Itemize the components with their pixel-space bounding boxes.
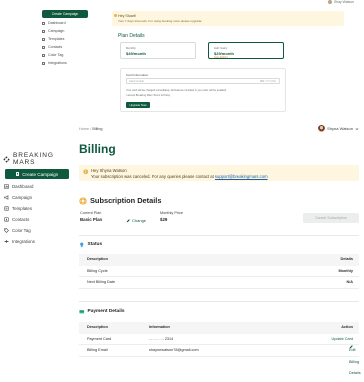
table-header: Description Information Action [79, 322, 359, 334]
background-screen: Create Campaign Dashboard Campaign Templ… [0, 0, 364, 118]
campaign-icon [4, 195, 9, 200]
card-number-field: Card number MM / YY CVC [126, 78, 280, 84]
payment-table: Description Information Action Payment C… [79, 322, 361, 375]
sidebar-item-integrations[interactable]: Integrations [4, 236, 70, 247]
current-plan-value: Basic Plan [80, 217, 103, 222]
cancel-subscription-button[interactable]: Cancel Subscription [303, 213, 359, 223]
card-information-panel: Card Information Card number MM / YY CVC … [120, 68, 286, 112]
background-nav-item: Templates [42, 37, 64, 41]
upgrade-button: Upgrade Now [126, 102, 150, 108]
contacts-icon [4, 217, 9, 222]
sidebar-item-campaign[interactable]: Campaign [4, 192, 70, 203]
plus-icon: + [15, 172, 20, 177]
sidebar-item-contacts[interactable]: Contacts [4, 214, 70, 225]
support-email-link[interactable]: support@breakingmars.com [215, 174, 268, 179]
status-table: Description Details Billing Cycle Monthl… [79, 254, 359, 289]
info-icon [83, 169, 89, 175]
status-heading: Status [79, 242, 102, 248]
sidebar-item-templates[interactable]: Templates [4, 203, 70, 214]
sidebar-nav: Dashboard Campaign Templates Contacts Co… [4, 181, 70, 247]
sidebar-item-dashboard[interactable]: Dashboard [4, 181, 70, 192]
pencil-icon [126, 218, 130, 222]
lightbulb-icon [80, 242, 84, 248]
tag-icon [42, 53, 45, 57]
alert-message: Your subscription was canceled. For any … [91, 173, 268, 179]
breadcrumb-current: Billing [92, 127, 103, 131]
dashboard-icon [42, 21, 45, 25]
update-card-link[interactable]: Update Card [331, 334, 353, 346]
integrations-icon [42, 61, 45, 65]
avatar [327, 0, 332, 5]
current-plan-label: Current Plan [80, 211, 102, 215]
background-alert: Hey Stuart! Your 7 days trial ends. For … [112, 11, 344, 26]
background-nav-item: Integrations [42, 61, 67, 65]
table-header: Description Details [79, 254, 359, 266]
contacts-icon [42, 45, 45, 49]
background-create-campaign-button: Create Campaign [42, 10, 88, 18]
divider [79, 301, 359, 302]
breadcrumb: Home / Billing [79, 127, 103, 131]
templates-icon [42, 37, 45, 41]
breadcrumb-home[interactable]: Home [79, 127, 89, 131]
change-plan-link[interactable]: Change [126, 218, 146, 223]
create-campaign-button[interactable]: + Create Campaign [5, 169, 69, 179]
tag-icon [4, 228, 9, 233]
background-user-menu: Shay Watson [327, 0, 354, 5]
campaign-icon [42, 29, 45, 33]
user-menu[interactable]: Shyna Watson [318, 125, 359, 132]
edit-billing-details-link[interactable]: Edit Billing Details [349, 345, 361, 375]
divider [79, 235, 359, 236]
integrations-icon [4, 240, 9, 243]
templates-icon [4, 206, 9, 211]
background-nav-item: Campaign [42, 29, 64, 33]
payment-details-heading: Payment Details [79, 309, 125, 315]
table-row: Next Billing Date N/A [79, 277, 359, 289]
logo-icon [3, 156, 10, 162]
background-nav-item: Dashboard [42, 21, 66, 25]
monthly-price-value: $29 [160, 217, 168, 222]
sidebar-item-color-tag[interactable]: Color Tag [4, 225, 70, 236]
subscription-details-heading: Subscription Details [79, 196, 161, 205]
avatar [318, 125, 326, 132]
subscription-summary: Current Plan Basic Plan Change Monthly P… [79, 210, 359, 230]
user-name: Shyna Watson [327, 126, 353, 131]
table-row: Billing Cycle Monthly [79, 266, 359, 277]
background-nav-item: Contacts [42, 45, 62, 49]
main-content: Home / Billing Shyna Watson Billing Hey … [74, 118, 364, 382]
info-icon [114, 14, 117, 17]
background-nav-item: Color Tag [42, 53, 63, 57]
alert-greeting: Hey Shyna Watson [91, 168, 127, 173]
sidebar: BREAKING MARS + Create Campaign Dashboar… [0, 118, 74, 382]
brand-name: BREAKING MARS [13, 152, 54, 166]
card-icon [79, 310, 85, 314]
background-sidebar: Create Campaign Dashboard Campaign Templ… [0, 0, 90, 118]
table-row: Billing Email shaynewatson78@gmail.com E… [79, 345, 361, 375]
plan-option: Monthly $49/month [120, 42, 196, 59]
page-title: Billing [79, 142, 116, 156]
chevron-down-icon [355, 127, 359, 130]
dashboard-icon [4, 184, 9, 189]
subscription-alert: Hey Shyna Watson Your subscription was c… [79, 165, 359, 181]
gear-icon [79, 196, 87, 205]
monthly-price-label: Monthly Price [160, 211, 184, 215]
brand-logo[interactable]: BREAKING MARS [3, 152, 73, 166]
modal-title: Plan Details [118, 33, 145, 39]
table-row: Payment Card .... .... .... 2314 Update … [79, 334, 359, 346]
plan-option-selected: Half Yearly $29/month Save $240/yr [208, 42, 284, 59]
background-plan-modal: Plan Details Monthly $49/month Half Year… [112, 30, 298, 114]
